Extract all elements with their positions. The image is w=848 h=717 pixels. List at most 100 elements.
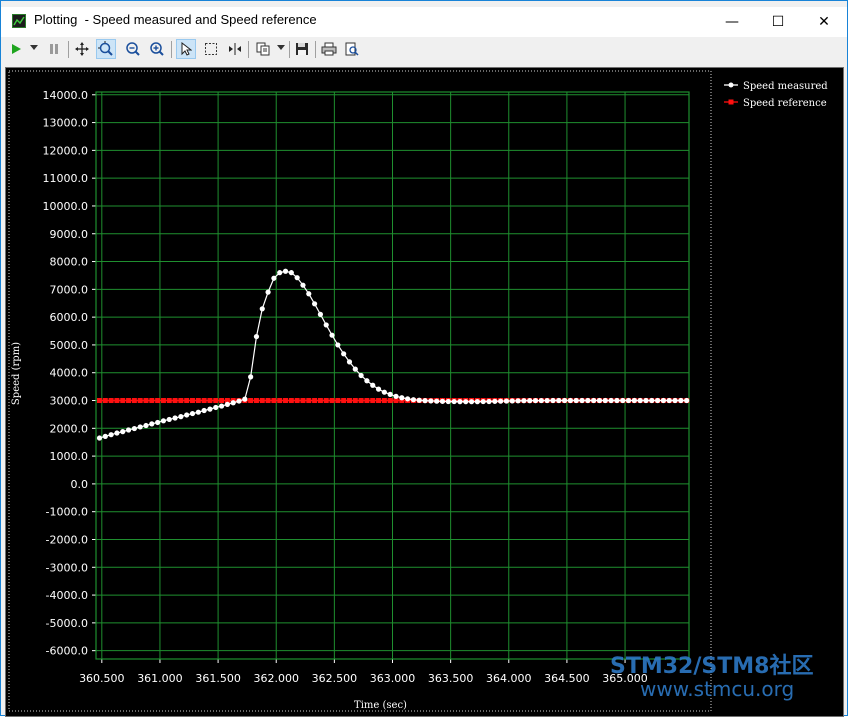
point-speed-measured <box>439 398 446 404</box>
print-button[interactable] <box>319 39 339 59</box>
point-speed-measured <box>666 397 672 404</box>
pause-button[interactable] <box>44 39 64 59</box>
plot-area[interactable]: 14000.0 13000.0 12000.0 11000.0 10000.0 9000.… <box>5 67 844 717</box>
play-button[interactable] <box>6 39 26 59</box>
point-speed-measured <box>259 306 265 312</box>
point-speed-measured <box>585 397 591 404</box>
point-speed-reference <box>283 398 289 404</box>
point-speed-measured <box>201 407 207 414</box>
point-speed-reference <box>190 398 196 404</box>
point-speed-reference <box>300 398 306 404</box>
y-tick-label: 7000.0 <box>50 283 89 296</box>
point-speed-measured <box>195 409 201 415</box>
copy-button[interactable] <box>253 39 273 59</box>
watermark-line2: www.stmcu.org <box>640 677 795 701</box>
cursor-marker-icon <box>229 43 241 55</box>
plotting-window: Plotting - Speed measured and Speed refe… <box>0 0 848 717</box>
point-speed-reference <box>131 398 137 404</box>
save-button[interactable] <box>292 39 312 59</box>
point-speed-reference <box>387 398 393 404</box>
point-speed-measured <box>503 398 510 404</box>
close-button[interactable]: ✕ <box>801 7 847 37</box>
point-speed-measured <box>434 398 440 404</box>
zoom-fit-button[interactable] <box>96 39 116 59</box>
y-tick-label: 14000.0 <box>43 89 89 102</box>
point-speed-reference <box>207 398 213 404</box>
point-speed-measured <box>567 397 574 404</box>
point-speed-measured <box>614 397 620 404</box>
maximize-button[interactable]: ☐ <box>755 7 801 37</box>
zoom-out-button[interactable] <box>123 39 143 59</box>
point-speed-measured <box>137 424 143 430</box>
point-speed-measured <box>532 397 539 404</box>
y-tick-label: 6000.0 <box>50 311 89 324</box>
watermark-line1: STM32/STM8社区 <box>610 654 814 679</box>
point-speed-measured <box>480 398 486 405</box>
play-dropdown-arrow[interactable] <box>30 45 38 50</box>
point-speed-reference <box>143 398 149 404</box>
y-tick-label: 1000.0 <box>50 450 89 463</box>
x-tick-label: 364.500 <box>544 672 590 685</box>
pan-icon <box>75 42 89 56</box>
x-tick-label: 361.000 <box>137 672 183 685</box>
point-speed-measured <box>684 397 690 404</box>
point-speed-reference <box>317 398 323 404</box>
point-speed-reference <box>329 398 335 404</box>
play-icon <box>12 44 21 54</box>
point-speed-measured <box>375 386 382 392</box>
point-speed-measured <box>381 389 387 395</box>
point-speed-reference <box>253 398 259 404</box>
point-speed-reference <box>323 398 329 404</box>
y-tick-label: 5000.0 <box>50 339 89 352</box>
point-speed-measured <box>248 374 254 380</box>
x-tick-label: 361.500 <box>195 672 241 685</box>
minimize-button[interactable]: — <box>709 7 755 37</box>
y-tick-label: 8000.0 <box>50 256 89 269</box>
x-axis-label: Time (sec) <box>354 700 407 711</box>
point-speed-reference <box>219 398 225 404</box>
copy-dropdown-arrow[interactable] <box>277 45 285 50</box>
point-speed-measured <box>277 270 283 276</box>
point-speed-reference <box>126 398 132 404</box>
close-icon: ✕ <box>818 14 830 30</box>
point-speed-measured <box>341 351 347 357</box>
point-speed-measured <box>538 397 544 404</box>
pan-button[interactable] <box>72 39 92 59</box>
point-speed-measured <box>288 270 294 276</box>
point-speed-measured <box>160 418 167 424</box>
point-speed-measured <box>189 410 196 417</box>
title-bar[interactable]: Plotting - Speed measured and Speed refe… <box>1 7 847 37</box>
point-speed-measured <box>515 398 521 404</box>
point-speed-reference <box>259 398 265 404</box>
point-speed-measured <box>410 397 417 403</box>
watermark: STM32/STM8社区 www.stmcu.org <box>610 654 814 701</box>
point-speed-reference <box>201 398 207 404</box>
point-speed-measured <box>486 398 492 405</box>
point-speed-reference <box>306 398 312 404</box>
zoom-in-button[interactable] <box>147 39 167 59</box>
x-tick-label: 362.000 <box>253 672 299 685</box>
toolbar-separator <box>289 41 290 58</box>
print-preview-button[interactable] <box>342 39 362 59</box>
point-speed-measured <box>561 397 568 404</box>
point-speed-measured <box>370 382 376 388</box>
point-speed-measured <box>143 422 149 429</box>
point-speed-reference <box>381 398 387 404</box>
point-speed-measured <box>114 430 120 436</box>
cursor-marker-button[interactable] <box>225 39 245 59</box>
point-speed-measured <box>474 399 480 405</box>
point-speed-measured <box>399 395 405 401</box>
y-tick-label: 3000.0 <box>50 395 89 408</box>
point-speed-measured <box>631 397 637 404</box>
point-speed-measured <box>678 397 684 404</box>
point-speed-reference <box>364 398 370 404</box>
point-speed-reference <box>195 398 201 404</box>
toolbar-separator <box>315 41 316 58</box>
minimize-icon: — <box>725 14 739 30</box>
point-speed-measured <box>660 397 667 404</box>
point-speed-measured <box>108 432 114 438</box>
chart-outer-border <box>8 70 712 712</box>
select-pointer-button[interactable] <box>176 39 196 59</box>
point-speed-reference <box>346 398 352 404</box>
select-box-button[interactable] <box>201 39 221 59</box>
